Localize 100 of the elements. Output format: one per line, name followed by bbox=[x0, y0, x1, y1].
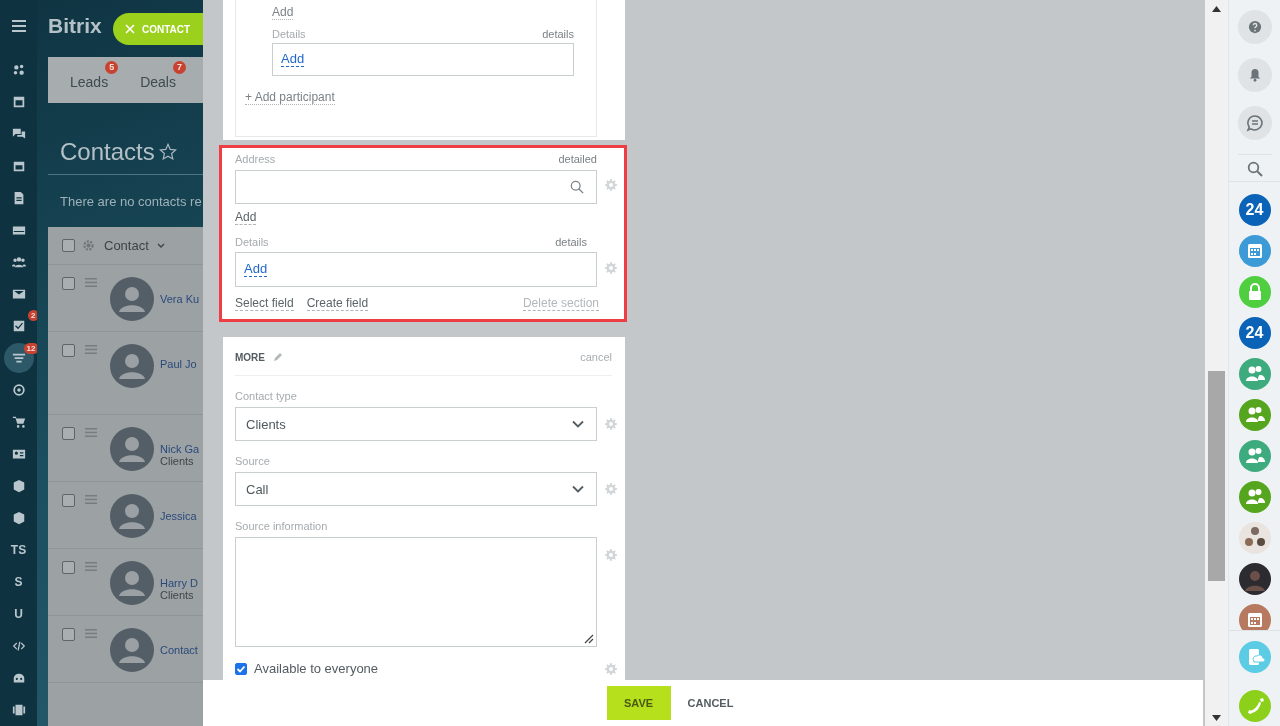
app-button[interactable]: 24 bbox=[1238, 317, 1271, 349]
detailed-link[interactable]: detailed bbox=[558, 153, 597, 165]
group-icon bbox=[11, 255, 26, 269]
contact-name-link[interactable]: Vera Ku bbox=[160, 293, 200, 305]
field-label: Details bbox=[272, 28, 306, 40]
contact-type: Clients bbox=[160, 455, 195, 467]
add-link[interactable]: Add bbox=[244, 262, 268, 277]
chevron-down-icon[interactable] bbox=[572, 485, 584, 493]
slider-title: CONTACT bbox=[142, 23, 191, 35]
nav-item[interactable]: TS bbox=[3, 534, 34, 566]
code-icon bbox=[11, 639, 26, 653]
checkbox[interactable] bbox=[62, 277, 75, 290]
phone-icon[interactable] bbox=[1238, 690, 1271, 722]
logo-text: Bitrix bbox=[48, 13, 102, 38]
group-chat-icon[interactable] bbox=[1238, 399, 1271, 431]
chat-button[interactable] bbox=[1237, 106, 1272, 140]
star-icon[interactable] bbox=[158, 143, 177, 161]
close-icon[interactable] bbox=[125, 24, 135, 34]
chat-icon bbox=[1245, 114, 1264, 132]
scroll-down-icon[interactable] bbox=[1212, 715, 1221, 721]
group-chat-icon[interactable] bbox=[1238, 358, 1271, 390]
window-icon bbox=[11, 95, 26, 109]
drag-handle-icon[interactable] bbox=[85, 278, 97, 287]
contact-name-link[interactable]: Harry D bbox=[160, 577, 198, 589]
notifications-button[interactable] bbox=[1237, 58, 1272, 92]
create-field-link[interactable]: Create field bbox=[306, 296, 369, 311]
select-field-link[interactable]: Select field bbox=[235, 296, 294, 311]
search-icon[interactable] bbox=[570, 180, 584, 194]
save-button[interactable]: SAVE bbox=[606, 686, 671, 720]
details-link[interactable]: details bbox=[542, 28, 574, 40]
section-title: MORE bbox=[235, 351, 265, 363]
checkbox[interactable] bbox=[62, 344, 75, 357]
group-chat-icon[interactable] bbox=[1238, 440, 1271, 472]
column-header[interactable]: Contact bbox=[104, 238, 149, 253]
scroll-up-icon[interactable] bbox=[1212, 6, 1221, 12]
field-label: Address bbox=[235, 153, 276, 165]
details-link[interactable]: details bbox=[555, 236, 587, 248]
bell-icon bbox=[1247, 68, 1262, 82]
pencil-icon[interactable] bbox=[273, 352, 283, 362]
slider-icon bbox=[11, 703, 26, 717]
field-label: Source bbox=[235, 455, 271, 467]
cube-icon bbox=[11, 479, 26, 493]
contact-name-link[interactable]: Paul Jo bbox=[160, 358, 197, 370]
drag-handle-icon[interactable] bbox=[85, 629, 97, 638]
add-link[interactable]: Add bbox=[272, 5, 294, 20]
cube-icon bbox=[11, 511, 26, 525]
checkbox[interactable] bbox=[62, 628, 75, 641]
nav-item[interactable]: S bbox=[3, 566, 34, 598]
contact-name-link[interactable]: Jessica bbox=[160, 510, 197, 522]
group-chat-icon[interactable] bbox=[1238, 481, 1271, 513]
app-button[interactable]: 24 bbox=[1238, 194, 1271, 226]
address-field[interactable] bbox=[235, 170, 597, 204]
lock-icon[interactable] bbox=[1238, 276, 1271, 308]
count-badge: 12 bbox=[23, 343, 37, 354]
search-icon[interactable] bbox=[1246, 161, 1263, 177]
empty-notice: There are no contacts re bbox=[59, 193, 203, 211]
resize-handle-icon[interactable] bbox=[584, 634, 594, 644]
add-link[interactable]: Add bbox=[281, 52, 305, 67]
checkbox[interactable] bbox=[62, 239, 75, 252]
drag-handle-icon[interactable] bbox=[85, 345, 97, 354]
contact-type: Clients bbox=[160, 589, 195, 601]
drag-handle-icon[interactable] bbox=[85, 562, 97, 571]
chevron-down-icon[interactable] bbox=[572, 420, 584, 428]
details-field[interactable]: Add bbox=[272, 43, 574, 76]
cancel-link[interactable]: cancel bbox=[580, 351, 612, 363]
scrollbar-thumb[interactable] bbox=[1208, 371, 1225, 581]
count-badge: 2 bbox=[28, 310, 37, 321]
add-participant-link[interactable]: + Add participant bbox=[245, 90, 335, 105]
checkbox[interactable] bbox=[62, 494, 75, 507]
calendar-icon[interactable] bbox=[1238, 604, 1271, 630]
target-icon bbox=[11, 383, 26, 397]
nav-item[interactable]: 2 bbox=[3, 310, 34, 342]
nav-item[interactable]: 12 bbox=[3, 343, 34, 373]
count-badge: 5 bbox=[105, 61, 119, 74]
settings-icon[interactable] bbox=[83, 240, 94, 251]
cart-icon bbox=[11, 415, 26, 429]
contact-name-link[interactable]: Contact bbox=[160, 644, 198, 656]
calendar-icon[interactable] bbox=[1238, 235, 1271, 267]
select-field[interactable]: Clients bbox=[235, 407, 597, 441]
details-field[interactable]: Add bbox=[235, 252, 597, 287]
checkbox[interactable] bbox=[62, 427, 75, 440]
checkbox[interactable] bbox=[62, 561, 75, 574]
select-field[interactable]: Call bbox=[235, 472, 597, 506]
drag-handle-icon[interactable] bbox=[85, 495, 97, 504]
cancel-button[interactable]: CANCEL bbox=[681, 696, 740, 710]
nav-item[interactable]: U bbox=[3, 598, 34, 630]
crm-tab[interactable]: Leads bbox=[70, 74, 109, 90]
help-button[interactable] bbox=[1237, 10, 1272, 44]
phone-cloud-icon[interactable] bbox=[1238, 641, 1271, 673]
field-label: Details bbox=[235, 236, 269, 248]
menu-icon[interactable] bbox=[11, 20, 26, 32]
checkbox-label[interactable]: Available to everyone bbox=[254, 661, 379, 676]
drag-handle-icon[interactable] bbox=[85, 428, 97, 437]
add-link[interactable]: Add bbox=[235, 210, 257, 225]
calendar-icon bbox=[11, 159, 26, 173]
crm-tab[interactable]: Deals bbox=[140, 74, 176, 90]
checkbox[interactable] bbox=[235, 662, 247, 675]
task-icon bbox=[11, 319, 26, 333]
contact-name-link[interactable]: Nick Ga bbox=[160, 443, 200, 455]
chevron-down-icon[interactable] bbox=[156, 242, 165, 249]
